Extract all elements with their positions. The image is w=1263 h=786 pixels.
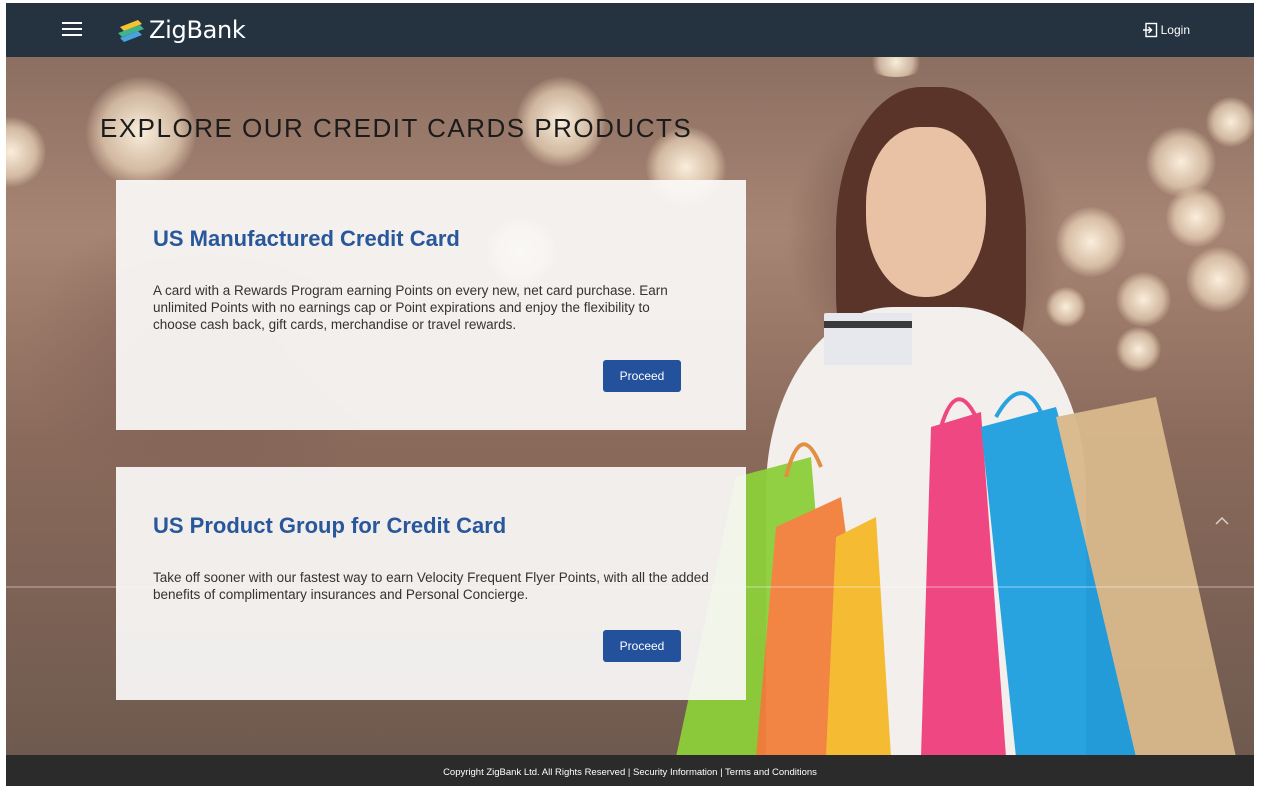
footer-separator: | [627,767,631,778]
product-description: Take off sooner with our fastest way to … [153,570,709,602]
login-button[interactable]: Login [1142,22,1190,38]
top-header: ZigBank Login [6,3,1254,57]
product-card: US Manufactured Credit Card A card with … [116,180,746,430]
product-description: A card with a Rewards Program earning Po… [153,283,668,332]
page-frame: ZigBank Login EXPLORE OUR CREDIT CARDS P… [6,3,1254,786]
login-arrow-icon [1142,22,1157,38]
credit-card-photo [824,313,912,365]
terms-and-conditions-link[interactable]: Terms and Conditions [725,767,817,778]
brand-name: ZigBank [149,16,246,44]
proceed-button[interactable]: Proceed [603,630,681,662]
page-title: EXPLORE OUR CREDIT CARDS PRODUCTS [100,113,693,143]
product-title: US Product Group for Credit Card [153,513,507,538]
zigbank-logo-icon [118,20,144,42]
proceed-button[interactable]: Proceed [603,360,681,392]
product-card: US Product Group for Credit Card Take of… [116,467,746,700]
chevron-up-icon[interactable] [1214,513,1230,529]
footer: Copyright ZigBank Ltd. All Rights Reserv… [6,755,1254,786]
hamburger-menu-icon[interactable] [62,22,84,38]
copyright-text: Copyright ZigBank Ltd. All Rights Reserv… [443,767,626,778]
product-title: US Manufactured Credit Card [153,226,460,251]
brand-logo[interactable]: ZigBank [116,15,246,45]
security-information-link[interactable]: Security Information [633,767,717,778]
footer-separator: | [720,767,723,778]
login-label: Login [1160,23,1190,37]
